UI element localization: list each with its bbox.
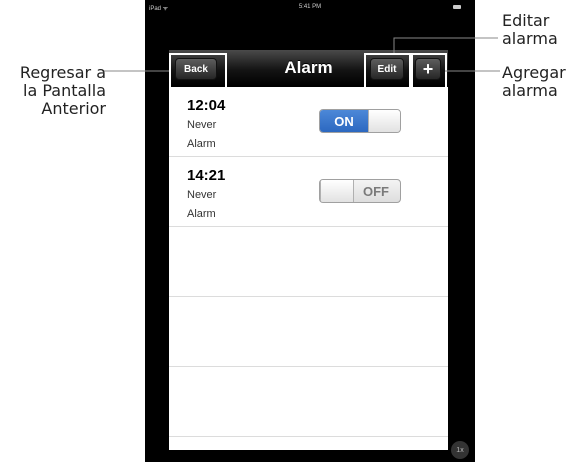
edit-annotation: Editar alarma <box>502 12 558 48</box>
back-annotation-line: la Pantalla <box>23 81 106 100</box>
edit-annotation-line: Editar <box>502 11 550 30</box>
edit-annotation-line: alarma <box>502 29 558 48</box>
add-annotation-line: Agregar <box>502 63 566 82</box>
add-annotation: Agregar alarma <box>502 64 566 100</box>
add-annotation-line: alarma <box>502 81 558 100</box>
back-annotation-line: Anterior <box>41 99 106 118</box>
back-annotation-line: Regresar a <box>19 63 106 82</box>
back-annotation: Regresar a la Pantalla Anterior <box>6 64 106 118</box>
edit-leader-line <box>393 37 498 53</box>
